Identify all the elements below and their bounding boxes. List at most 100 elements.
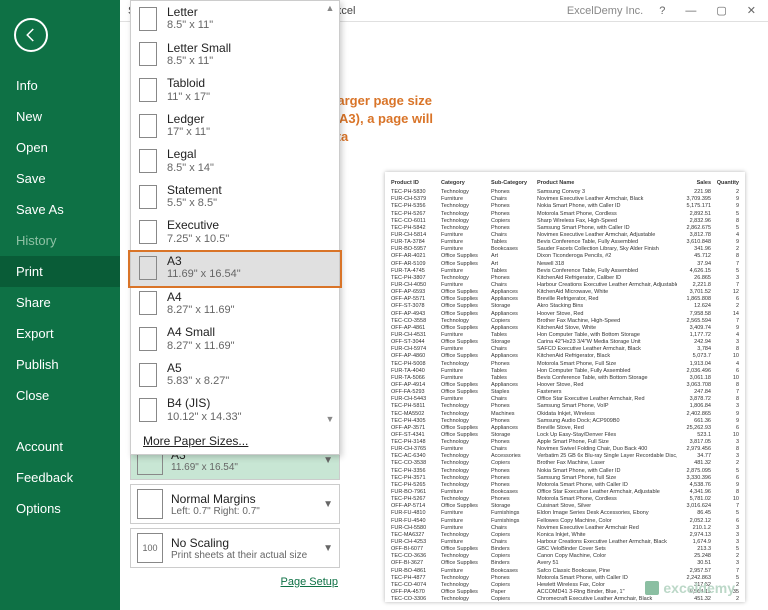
minimize-icon[interactable]: — (681, 5, 700, 17)
sidebar-item-info[interactable]: Info (0, 70, 120, 101)
page-icon (139, 114, 157, 138)
preview-row: TEC-MA6327TechnologyCopiersKonica Inkjet… (391, 532, 739, 539)
paper-option-a4-small[interactable]: A4 Small8.27" x 11.69" (131, 321, 339, 357)
watermark-icon (645, 581, 659, 595)
paper-dim: 11.69" x 16.54" (167, 268, 241, 281)
paper-option-a4[interactable]: A48.27" x 11.69" (131, 286, 339, 322)
preview-row: OFF-ST-4341Office SuppliesStorageLock Up… (391, 432, 739, 439)
page-setup-link[interactable]: Page Setup (130, 572, 340, 592)
page-icon (139, 78, 157, 102)
sidebar-item-close[interactable]: Close (0, 380, 120, 411)
page-icon (139, 398, 157, 422)
restore-icon[interactable]: ▢ (712, 4, 730, 17)
sidebar-item-options[interactable]: Options (0, 493, 120, 524)
paper-dim: 11" x 17" (167, 91, 210, 104)
paper-option-letter[interactable]: Letter8.5" x 11" (131, 1, 339, 37)
preview-row: OFF-AP-4860Office SuppliesAppliancesKitc… (391, 353, 739, 360)
paper-name: Statement (167, 183, 222, 197)
sidebar-item-history[interactable]: History (0, 225, 120, 256)
paper-name: Ledger (167, 112, 210, 126)
preview-row: FUR-BO-4861FurnitureBookcasesSafco Class… (391, 568, 739, 575)
page-icon (139, 7, 157, 31)
scroll-down-icon[interactable]: ▼ (326, 414, 335, 424)
paper-dim: 17" x 11" (167, 126, 210, 139)
paper-name: A5 (167, 361, 229, 375)
preview-row: TEC-MA5502TechnologyMachinesOkidata Inkj… (391, 411, 739, 418)
print-settings-panel: A3 11.69" x 16.54" ▼ Normal Margins Left… (130, 440, 340, 592)
page-icon (139, 149, 157, 173)
company-name: ExcelDemy Inc. (567, 5, 643, 17)
help-icon[interactable]: ? (655, 5, 669, 17)
sidebar-item-open[interactable]: Open (0, 132, 120, 163)
page-icon (139, 256, 157, 280)
paper-name: Letter (167, 5, 213, 19)
preview-row: TEC-PH-5830TechnologyPhonesSamsung Convo… (391, 189, 739, 196)
paper-option-ledger[interactable]: Ledger17" x 11" (131, 108, 339, 144)
chevron-down-icon: ▼ (323, 543, 333, 554)
setting-margins-detail: Left: 0.7" Right: 0.7" (171, 506, 260, 517)
sidebar-item-new[interactable]: New (0, 101, 120, 132)
preview-row: OFF-AP-6593Office SuppliesAppliancesKitc… (391, 289, 739, 296)
setting-paper-dim: 11.69" x 16.54" (171, 462, 238, 473)
sidebar-item-share[interactable]: Share (0, 287, 120, 318)
sidebar-item-account[interactable]: Account (0, 431, 120, 462)
back-button[interactable] (14, 18, 48, 52)
preview-row: TEC-PH-4305TechnologyPhonesSamsung Audio… (391, 418, 739, 425)
paper-option-tabloid[interactable]: Tabloid11" x 17" (131, 72, 339, 108)
sidebar-item-print[interactable]: Print (0, 256, 120, 287)
paper-name: Tabloid (167, 76, 210, 90)
close-icon[interactable]: ✕ (743, 4, 760, 17)
preview-row: FUR-TA-4040FurnitureTablesHon Computer T… (391, 368, 739, 375)
sidebar-item-feedback[interactable]: Feedback (0, 462, 120, 493)
preview-row: FUR-CH-5974FurnitureChairsSAFCO Executiv… (391, 346, 739, 353)
preview-row: OFF-AP-5571Office SuppliesAppliancesBrev… (391, 296, 739, 303)
preview-header: Product IDCategorySub-CategoryProduct Na… (391, 180, 739, 187)
preview-row: FUR-CH-4253FurnitureChairsHarbour Creati… (391, 539, 739, 546)
paper-name: Legal (167, 147, 214, 161)
more-paper-sizes[interactable]: More Paper Sizes... (131, 428, 339, 454)
page-icon (139, 42, 157, 66)
paper-option-a3[interactable]: A311.69" x 16.54" (131, 250, 339, 286)
scroll-up-icon[interactable]: ▲ (326, 3, 335, 13)
paper-option-executive[interactable]: Executive7.25" x 10.5" (131, 214, 339, 250)
page-icon (139, 327, 157, 351)
page-icon (139, 220, 157, 244)
preview-row: TEC-CO-6011TechnologyCopiersSharp Wirele… (391, 218, 739, 225)
scrollbar[interactable]: ▲ ▼ (323, 3, 337, 424)
setting-scaling-name: No Scaling (171, 536, 307, 550)
paper-name: Letter Small (167, 41, 231, 55)
margins-dropdown[interactable]: Normal Margins Left: 0.7" Right: 0.7" ▼ (130, 484, 340, 524)
paper-option-letter-small[interactable]: Letter Small8.5" x 11" (131, 37, 339, 73)
preview-row: TEC-CO-3636TechnologyCopiersCanon Copy M… (391, 553, 739, 560)
page-icon (139, 185, 157, 209)
paper-option-legal[interactable]: Legal8.5" x 14" (131, 143, 339, 179)
preview-row: FUR-TA-5066FurnitureTablesBevis Conferen… (391, 375, 739, 382)
preview-row: OFF-FA-5293Office SuppliesStaplesFastene… (391, 389, 739, 396)
paper-option-statement[interactable]: Statement5.5" x 8.5" (131, 179, 339, 215)
sidebar-item-export[interactable]: Export (0, 318, 120, 349)
chevron-down-icon: ▼ (323, 455, 333, 466)
paper-dim: 5.83" x 8.27" (167, 375, 229, 388)
preview-row: OFF-AR-4021Office SuppliesArtDixon Ticon… (391, 253, 739, 260)
paper-dim: 8.27" x 11.69" (167, 304, 235, 317)
preview-row: TEC-PH-3356TechnologyPhonesNokia Smart P… (391, 468, 739, 475)
preview-row: FUR-FU-4540FurnitureFurnishingsFellowes … (391, 518, 739, 525)
paper-option-a5[interactable]: A55.83" x 8.27" (131, 357, 339, 393)
preview-row: FUR-CH-3765FurnitureChairsNovimex Swivel… (391, 446, 739, 453)
preview-row: FUR-CH-5443FurnitureChairsOffice Star Ex… (391, 396, 739, 403)
scaling-dropdown[interactable]: 100 No Scaling Print sheets at their act… (130, 528, 340, 568)
sidebar-item-save[interactable]: Save (0, 163, 120, 194)
preview-row: TEC-CO-3558TechnologyCopiersBrother Fax … (391, 318, 739, 325)
paper-size-menu: Letter8.5" x 11"Letter Small8.5" x 11"Ta… (130, 0, 340, 455)
paper-option-b4-jis-[interactable]: B4 (JIS)10.12" x 14.33" (131, 392, 339, 428)
paper-name: A4 (167, 290, 235, 304)
preview-row: TEC-PH-3148TechnologyPhonesApple Smart P… (391, 439, 739, 446)
preview-row: FUR-FU-4810FurnitureFurnishingsEldon Ima… (391, 510, 739, 517)
paper-dim: 8.27" x 11.69" (167, 340, 235, 353)
sidebar-item-publish[interactable]: Publish (0, 349, 120, 380)
arrow-left-icon (22, 26, 40, 44)
paper-dim: 5.5" x 8.5" (167, 197, 222, 210)
sidebar-item-save-as[interactable]: Save As (0, 194, 120, 225)
preview-row: TEC-PH-5265TechnologyPhonesMotorola Smar… (391, 482, 739, 489)
file-sidebar: InfoNewOpenSaveSave AsHistoryPrintShareE… (0, 0, 120, 610)
